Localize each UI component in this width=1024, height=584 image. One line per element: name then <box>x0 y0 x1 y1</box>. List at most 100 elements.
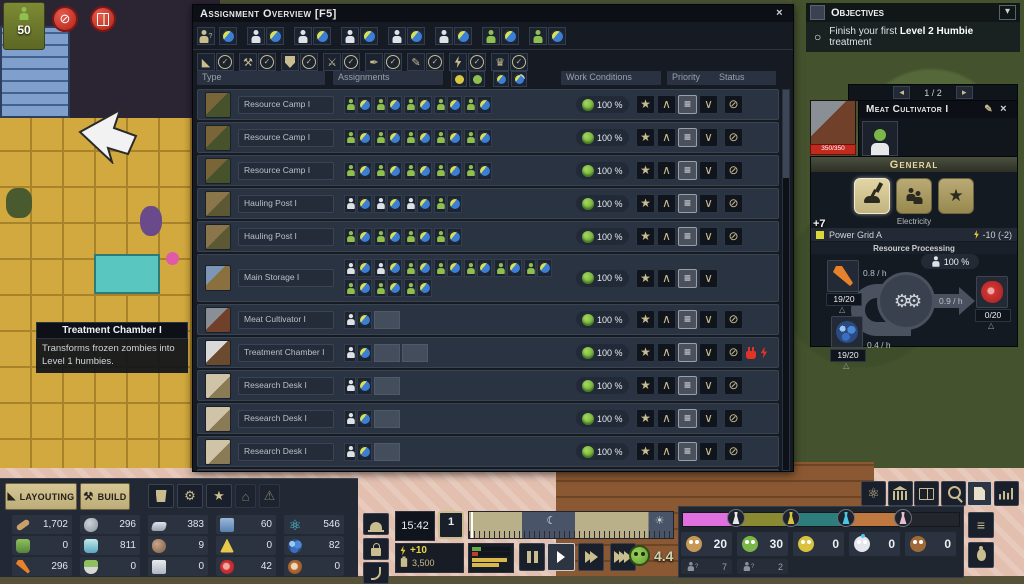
assigned-worker-slot[interactable] <box>374 227 402 246</box>
priority-lower-button[interactable]: ∨ <box>699 343 718 362</box>
assigned-worker-slot[interactable] <box>344 310 372 329</box>
priority-lower-button[interactable]: ∨ <box>699 95 718 114</box>
priority-block-button[interactable]: ⊘ <box>724 310 743 329</box>
bank-icon[interactable] <box>887 481 913 506</box>
globe-icon[interactable] <box>493 71 509 87</box>
column-assignments[interactable]: Assignments <box>333 71 443 85</box>
priority-raise-button[interactable]: ∧ <box>657 442 676 461</box>
resource-cooked-meat[interactable]: 0 <box>284 557 344 576</box>
priority-raise-button[interactable]: ∧ <box>657 310 676 329</box>
zombie-count-badge[interactable]: 50 <box>3 2 45 50</box>
empty-worker-slot[interactable] <box>374 343 400 362</box>
flask-yellow[interactable] <box>782 509 800 527</box>
assigned-worker-slot[interactable] <box>344 95 372 114</box>
zombie-head-icon[interactable] <box>469 71 485 87</box>
assigned-worker-slot[interactable] <box>464 128 492 147</box>
workers-tab[interactable] <box>896 178 932 214</box>
resource-salad[interactable]: 0 <box>80 557 140 576</box>
priority-raise-button[interactable]: ∧ <box>657 376 676 395</box>
assigned-worker-slot[interactable] <box>404 128 432 147</box>
priority-favorite-button[interactable]: ★ <box>636 95 655 114</box>
assigned-worker-slot[interactable] <box>404 194 432 213</box>
priority-lower-button[interactable]: ∨ <box>699 161 718 180</box>
build-button[interactable]: ⚒ Build <box>80 483 130 510</box>
assigned-worker-slot[interactable] <box>344 279 372 297</box>
assigned-worker-slot[interactable] <box>434 227 462 246</box>
priority-lower-button[interactable]: ∨ <box>699 268 718 288</box>
worker-filter-1[interactable] <box>247 27 284 45</box>
expand-caret[interactable]: △ <box>839 305 845 314</box>
chevron-right-icon[interactable]: ▸ <box>955 86 973 99</box>
list-menu-icon[interactable]: ≡ <box>968 512 994 538</box>
priority-equal-button[interactable]: ≡ <box>678 95 697 114</box>
priority-favorite-button[interactable]: ★ <box>636 227 655 246</box>
priority-block-button[interactable]: ⊘ <box>724 194 743 213</box>
priority-equal-button[interactable]: ≡ <box>678 194 697 213</box>
priority-favorite-button[interactable]: ★ <box>636 343 655 362</box>
priority-block-button[interactable]: ⊘ <box>724 95 743 114</box>
priority-raise-button[interactable]: ∧ <box>657 409 676 428</box>
worker-portrait[interactable] <box>862 121 898 156</box>
priority-equal-button[interactable]: ≡ <box>678 343 697 362</box>
assigned-worker-slot[interactable] <box>404 279 432 297</box>
priority-equal-button[interactable]: ≡ <box>678 268 697 288</box>
column-work-conditions[interactable]: Work Conditions <box>561 71 661 85</box>
assigned-worker-slot[interactable] <box>344 128 372 147</box>
empty-worker-slot[interactable] <box>374 310 400 329</box>
priority-favorite-button[interactable]: ★ <box>636 442 655 461</box>
population-face-green[interactable]: 30 <box>737 532 788 556</box>
priority-lower-button[interactable]: ∨ <box>699 376 718 395</box>
power-grid-row[interactable]: Power Grid A -10 (-2) <box>811 228 1017 241</box>
globe-off-icon[interactable] <box>511 71 527 87</box>
empty-worker-slot[interactable] <box>374 376 400 395</box>
assigned-worker-slot[interactable] <box>374 194 402 213</box>
worker-filter-2[interactable] <box>294 27 331 45</box>
pause-button[interactable] <box>519 543 545 571</box>
assigned-worker-slot[interactable] <box>404 95 432 114</box>
pending-counter[interactable]: ? 2 <box>737 559 788 574</box>
priority-lower-button[interactable]: ∨ <box>699 227 718 246</box>
expand-caret[interactable]: △ <box>988 321 994 330</box>
population-face-tan[interactable]: 20 <box>681 532 732 556</box>
priority-raise-button[interactable]: ∧ <box>657 227 676 246</box>
assigned-worker-slot[interactable] <box>344 227 372 246</box>
assigned-worker-slot[interactable] <box>344 409 372 428</box>
star-icon[interactable]: ★ <box>206 484 232 508</box>
scrollbar-track[interactable] <box>782 89 790 471</box>
input-carrot-slot[interactable] <box>827 260 859 292</box>
resource-stone[interactable]: 296 <box>80 515 140 534</box>
column-status[interactable]: Status <box>714 71 776 85</box>
assigned-worker-slot[interactable] <box>404 259 432 277</box>
assigned-worker-slot[interactable] <box>344 442 372 461</box>
chevron-left-icon[interactable]: ◂ <box>893 86 911 99</box>
priority-raise-button[interactable]: ∧ <box>657 194 676 213</box>
priority-equal-button[interactable]: ≡ <box>678 161 697 180</box>
schedule-globe-icon[interactable] <box>219 27 237 45</box>
resource-bandages[interactable]: 0 <box>148 557 208 576</box>
assigned-worker-slot[interactable] <box>374 95 402 114</box>
pencil-icon[interactable]: ✎ <box>984 104 993 115</box>
task-filter-farming[interactable]: ✒ ✓ <box>365 53 402 71</box>
assigned-worker-slot[interactable] <box>374 128 402 147</box>
any-worker-icon[interactable]: ? <box>197 27 215 45</box>
column-type[interactable]: Type <box>197 71 325 85</box>
building-thumbnail[interactable] <box>810 100 856 146</box>
priority-lower-button[interactable]: ∨ <box>699 310 718 329</box>
resource-scrap[interactable]: 9 <box>148 536 208 555</box>
resource-fiber[interactable]: 60 <box>216 515 276 534</box>
assigned-worker-slot[interactable] <box>464 161 492 180</box>
assigned-worker-slot[interactable] <box>404 161 432 180</box>
priority-block-button[interactable]: ⊘ <box>724 128 743 147</box>
controls-tab[interactable] <box>854 178 890 214</box>
assigned-worker-slot[interactable] <box>434 161 462 180</box>
priority-equal-button[interactable]: ≡ <box>678 442 697 461</box>
priority-raise-button[interactable]: ∧ <box>657 128 676 147</box>
worker-filter-3[interactable] <box>341 27 378 45</box>
priority-lower-button[interactable]: ∨ <box>699 194 718 213</box>
priority-favorite-button[interactable]: ★ <box>636 268 655 288</box>
assigned-worker-slot[interactable] <box>344 376 372 395</box>
task-filter-production[interactable]: ⚒ ✓ <box>239 53 276 71</box>
flask-pink[interactable] <box>894 509 912 527</box>
priority-block-button[interactable]: ⊘ <box>724 376 743 395</box>
priority-equal-button[interactable]: ≡ <box>678 376 697 395</box>
